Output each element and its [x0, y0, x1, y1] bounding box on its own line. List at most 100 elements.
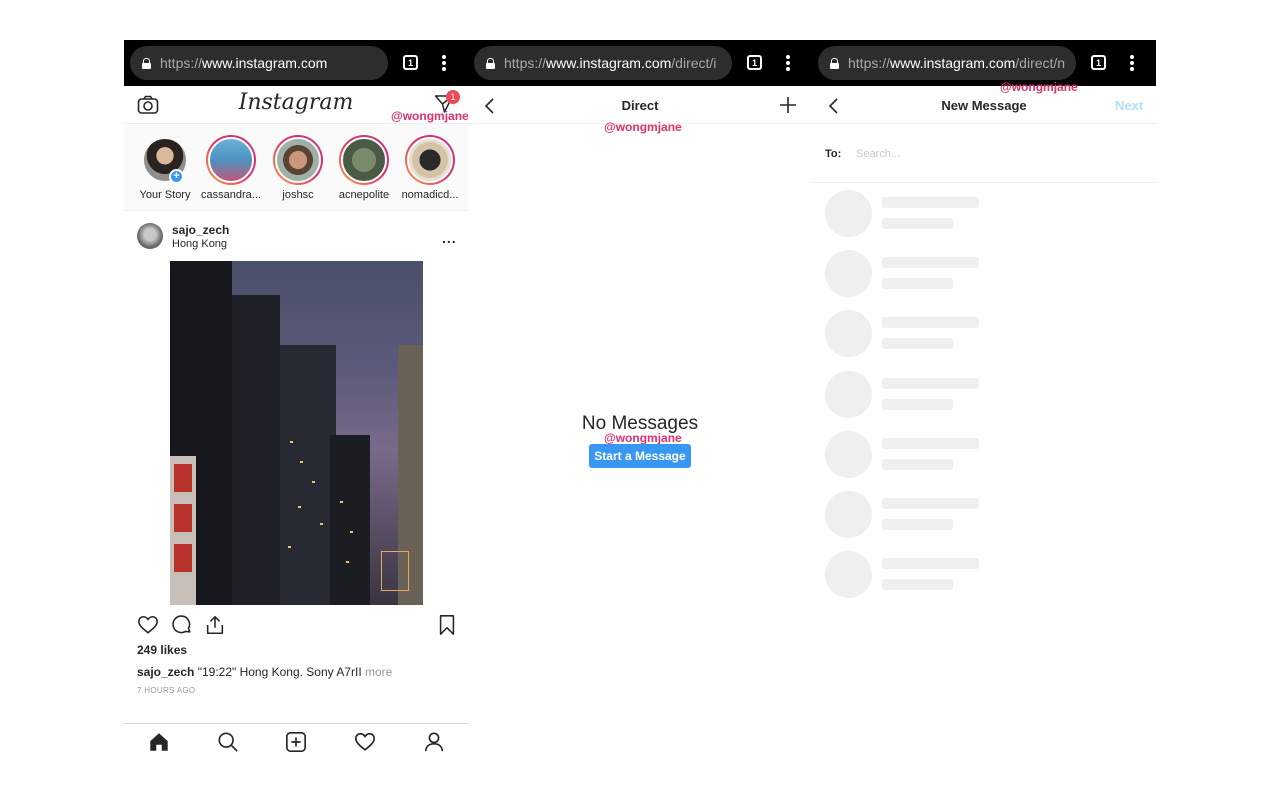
bottom-nav: [124, 723, 468, 760]
add-icon[interactable]: [285, 731, 307, 753]
story-ring: [273, 135, 323, 185]
story-ring: [405, 135, 455, 185]
bookmark-icon[interactable]: [437, 614, 457, 636]
tab-switcher-button[interactable]: 1: [747, 55, 762, 70]
story-label: cassandra...: [201, 189, 261, 201]
start-message-button[interactable]: Start a Message: [589, 444, 691, 468]
page-title: New Message: [941, 98, 1027, 113]
new-message-screen: https://www.instagram.com/direct/n 1 New…: [812, 40, 1156, 760]
caption-username[interactable]: sajo_zech: [137, 665, 194, 679]
lock-icon: [486, 57, 495, 69]
browser-toolbar: https://www.instagram.com/direct/i 1: [468, 40, 812, 86]
watermark: @wongmjane: [604, 431, 682, 445]
home-icon[interactable]: [148, 731, 170, 753]
window-light: [300, 461, 303, 463]
story-item[interactable]: acnepolite: [332, 135, 396, 201]
watermark: @wongmjane: [391, 109, 468, 123]
window-light: [346, 561, 349, 563]
story-label: nomadicd...: [401, 189, 459, 201]
post-image[interactable]: [170, 261, 423, 605]
loading-placeholder-row: [825, 310, 1125, 358]
window-light: [288, 546, 291, 548]
url-bar[interactable]: https://www.instagram.com/direct/i: [474, 46, 732, 80]
loading-placeholder-row: [825, 551, 1125, 599]
watermark: @wongmjane: [1000, 80, 1078, 94]
story-label: Your Story: [139, 189, 191, 201]
add-story-icon[interactable]: +: [169, 169, 184, 184]
search-icon[interactable]: [217, 731, 239, 753]
avatar: [341, 137, 387, 183]
browser-menu-icon[interactable]: [442, 55, 446, 71]
recipient-search-input[interactable]: [856, 142, 1136, 166]
story-item[interactable]: nomadicd...: [398, 135, 462, 201]
url-host: www.instagram.com: [202, 55, 328, 71]
next-button[interactable]: Next: [1115, 98, 1143, 113]
share-icon[interactable]: [204, 614, 226, 636]
browser-menu-icon[interactable]: [1130, 55, 1134, 71]
street-sign: [170, 456, 196, 605]
page-title: Direct: [621, 98, 659, 113]
post-username[interactable]: sajo_zech: [172, 223, 229, 237]
story-item[interactable]: joshsc: [266, 135, 330, 201]
lock-icon: [830, 57, 839, 69]
loading-placeholder-row: [825, 190, 1125, 238]
loading-placeholder-row: [825, 491, 1125, 539]
building: [280, 345, 336, 605]
window-light: [350, 531, 353, 533]
loading-placeholder-row: [825, 371, 1125, 419]
new-message-header: New Message Next: [812, 86, 1156, 124]
building: [330, 435, 370, 605]
likes-count[interactable]: 249 likes: [137, 643, 187, 657]
url-scheme: https://: [160, 55, 203, 71]
heart-icon[interactable]: [137, 614, 159, 636]
direct-header: Direct: [468, 86, 812, 124]
url-path: /direct/n: [1015, 55, 1066, 71]
url-host: www.instagram.com: [890, 55, 1016, 71]
url-bar[interactable]: https://www.instagram.com: [130, 46, 388, 80]
avatar: [407, 137, 453, 183]
browser-toolbar: https://www.instagram.com 1: [124, 40, 468, 86]
post-caption: sajo_zech "19:22" Hong Kong. Sony A7rII …: [137, 665, 392, 679]
story-item-own[interactable]: + Your Story: [133, 135, 197, 201]
avatar: [208, 137, 254, 183]
avatar[interactable]: [137, 223, 163, 249]
window-light: [298, 506, 301, 508]
story-ring: [339, 135, 389, 185]
stories-tray: + Your Story cassandra... joshsc acnepol…: [124, 125, 468, 211]
building: [232, 295, 280, 605]
profile-icon[interactable]: [423, 731, 445, 753]
story-label: joshsc: [282, 189, 314, 201]
post-location[interactable]: Hong Kong: [172, 238, 227, 250]
avatar: [275, 137, 321, 183]
activity-icon[interactable]: [354, 731, 376, 753]
loading-placeholder-row: [825, 250, 1125, 298]
comment-icon[interactable]: [171, 614, 193, 636]
recipient-row: To:: [812, 125, 1156, 183]
url-scheme: https://: [504, 55, 547, 71]
caption-text: "19:22" Hong Kong. Sony A7rII: [194, 665, 362, 679]
story-label: acnepolite: [338, 189, 390, 201]
new-message-icon[interactable]: [779, 96, 797, 114]
post-header: sajo_zech Hong Kong ...: [124, 214, 468, 260]
browser-toolbar: https://www.instagram.com/direct/n 1: [812, 40, 1156, 86]
feed-screen: https://www.instagram.com 1 Instagram 1 …: [124, 40, 468, 760]
url-path: /direct/i: [671, 55, 717, 71]
url-scheme: https://: [848, 55, 891, 71]
window-light: [340, 501, 343, 503]
story-item[interactable]: cassandra...: [199, 135, 263, 201]
browser-menu-icon[interactable]: [786, 55, 790, 71]
loading-placeholder-row: [825, 431, 1125, 479]
caption-more-link[interactable]: more: [362, 665, 392, 679]
photographer-stamp: [381, 551, 409, 591]
lock-icon: [142, 57, 151, 69]
direct-screen: https://www.instagram.com/direct/i 1 Dir…: [468, 40, 812, 760]
more-options-icon[interactable]: ...: [442, 231, 457, 245]
post-timestamp: 7 HOURS AGO: [137, 686, 196, 695]
url-host: www.instagram.com: [546, 55, 672, 71]
tab-switcher-button[interactable]: 1: [1091, 55, 1106, 70]
url-bar[interactable]: https://www.instagram.com/direct/n: [818, 46, 1076, 80]
tab-switcher-button[interactable]: 1: [403, 55, 418, 70]
direct-notification-badge: 1: [446, 90, 460, 104]
window-light: [320, 523, 323, 525]
to-label: To:: [825, 148, 842, 160]
